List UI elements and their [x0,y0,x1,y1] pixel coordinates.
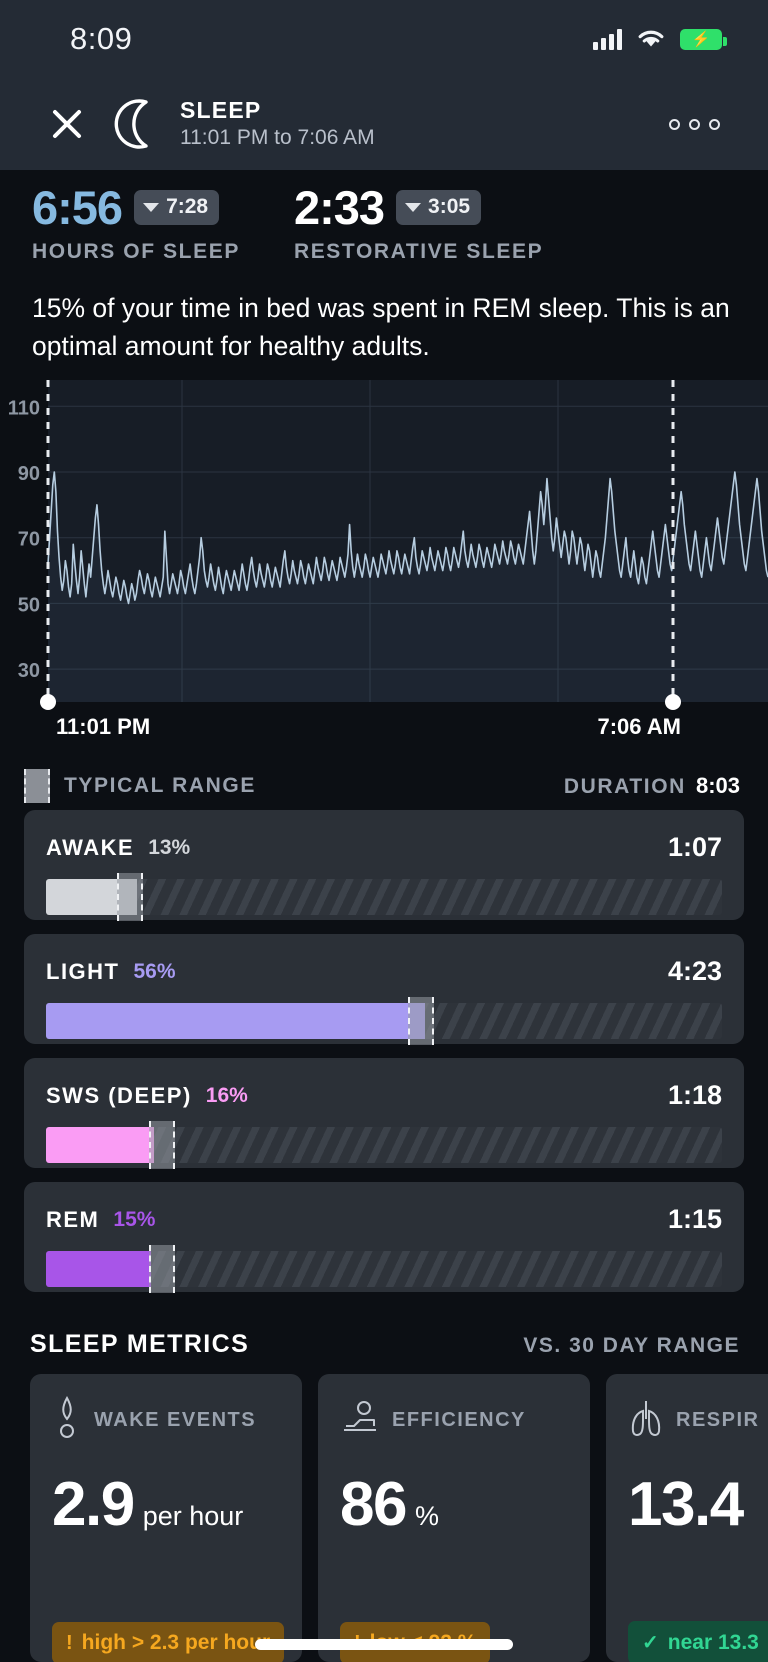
stage-name: LIGHT [46,958,120,984]
stage-percent: 13% [148,835,191,859]
heart-rate-chart[interactable]: 110 90 70 50 30 11:01 PM 7:06 AM [0,366,768,756]
wake-events-icon [52,1395,82,1446]
stage-progress-track [46,997,722,1045]
typical-range-marker [407,997,434,1045]
home-indicator [255,1639,513,1650]
typical-range-swatch-icon [24,769,50,803]
duration-value: 8:03 [695,773,740,798]
battery-charging-icon: ⚡ [680,28,727,50]
typical-range-marker [148,1245,175,1293]
more-options-icon[interactable] [657,107,732,142]
sleep-stage-list: AWAKE 13% 1:07 LIGHT 56% 4:23 SWS (DEEP) 16% 1:1… [0,810,768,1306]
stage-name: SWS (DEEP) [46,1082,192,1108]
metric-value: 2.9 [52,1470,135,1539]
stage-progress-track [46,1121,722,1169]
status-bar-indicators: ⚡ [593,28,727,50]
svg-text:50: 50 [18,594,40,616]
sleep-metrics-subtitle: VS. 30 DAY RANGE [523,1334,740,1357]
stage-progress-fill [46,1127,155,1163]
svg-text:90: 90 [18,463,40,485]
insight-text: 15% of your time in bed was spent in REM… [32,293,730,361]
sleep-stage-card[interactable]: AWAKE 13% 1:07 [24,810,744,921]
sleep-metrics-cards: WAKE EVENTS 2.9 per hour! high > 2.3 per ho… [30,1374,768,1662]
stage-duration: 4:23 [667,956,722,986]
stage-percent: 15% [113,1207,156,1231]
metric-value: 86 [340,1470,407,1539]
metric-value: 13.4 [628,1470,744,1539]
metric-label: WAKE EVENTS [94,1408,257,1431]
metric-card[interactable]: EFFICIENCY86%!low < 92 % [318,1374,590,1662]
status-bar: 8:09 ⚡ [0,0,768,78]
header-text-block: SLEEP 11:01 PM to 7:06 AM [180,97,375,151]
stage-percent: 56% [133,959,176,983]
typical-range-marker [116,873,143,921]
stage-percent: 16% [205,1083,248,1107]
stat-label: RESTORATIVE SLEEP [293,240,544,263]
badge-status-icon: ✓ [642,1632,659,1654]
metric-unit: per hour [142,1501,244,1531]
typical-range-marker [148,1121,175,1169]
status-bar-clock: 8:09 [70,21,133,56]
duration-label: DURATION [563,775,686,798]
stage-duration: 1:07 [667,832,722,862]
page-title: SLEEP [180,97,262,124]
status-badge: ✓ near 13.3 [628,1621,768,1662]
moon-icon [114,99,148,149]
cellular-bars-icon [593,28,622,50]
sleep-metrics-header: SLEEP METRICS VS. 30 DAY RANGE [0,1330,768,1359]
svg-text:70: 70 [18,529,40,551]
stat-value: 2:33 [293,181,385,234]
efficiency-bed-icon [340,1398,380,1443]
wifi-icon [638,30,664,47]
metric-card[interactable]: WAKE EVENTS 2.9 per hour! high > 2.3 per ho… [30,1374,302,1662]
chart-legend: TYPICAL RANGE DURATION 8:03 [0,762,768,810]
sleep-stage-card[interactable]: SWS (DEEP) 16% 1:18 [24,1058,744,1169]
stat-comparison-value: 3:05 [428,195,471,218]
summary-section: 6:56 7:28 HOURS OF SLEEP 2:33 3:05 RESTO… [0,170,768,365]
stage-progress-fill [46,1003,425,1039]
sleep-metrics-title: SLEEP METRICS [30,1330,250,1358]
badge-status-icon: ! [66,1631,73,1654]
sleep-time-range: 11:01 PM to 7:06 AM [180,125,375,149]
badge-text: high > 2.3 per hour [81,1631,271,1654]
svg-text:11:01 PM: 11:01 PM [56,714,150,739]
sleep-stage-card[interactable]: REM 15% 1:15 [24,1182,744,1293]
svg-text:30: 30 [18,660,40,682]
stage-name: AWAKE [46,834,135,860]
stage-progress-track [46,1245,722,1293]
badge-text: near 13.3 [667,1630,759,1654]
stat-comparison-value: 7:28 [166,195,209,218]
stat-comparison-pill: 7:28 [134,190,220,225]
stat-label: HOURS OF SLEEP [32,240,240,263]
sleep-detail-screen: 8:09 ⚡ SLEEP 11:01 PM to 7:06 AM 6:56 7:… [0,0,768,1662]
sleep-stage-card[interactable]: LIGHT 56% 4:23 [24,934,744,1045]
duration-block: DURATION 8:03 [564,773,740,799]
stage-duration: 1:18 [667,1080,722,1110]
lungs-icon [628,1397,664,1444]
close-icon[interactable] [44,101,90,147]
stage-name: REM [46,1206,100,1232]
status-badge: ! high > 2.3 per hour [52,1622,285,1662]
stat-restorative-sleep: 2:33 3:05 RESTORATIVE SLEEP [294,184,543,264]
stage-duration: 1:15 [667,1204,722,1234]
metric-label: EFFICIENCY [392,1408,526,1431]
chevron-down-icon [143,202,160,212]
app-header: SLEEP 11:01 PM to 7:06 AM [0,78,768,170]
stat-comparison-pill: 3:05 [396,190,482,225]
stat-hours-of-sleep: 6:56 7:28 HOURS OF SLEEP [32,184,240,264]
chevron-down-icon [405,202,422,212]
metric-card[interactable]: RESPIR 13.4 ✓ near 13.3 [606,1374,768,1662]
svg-text:110: 110 [8,397,40,419]
typical-range-label: TYPICAL RANGE [64,774,256,797]
stage-progress-track [46,873,722,921]
stat-value: 6:56 [32,181,123,234]
stage-progress-fill [46,1251,151,1287]
svg-text:7:06 AM: 7:06 AM [597,714,681,739]
metric-label: RESPIR [676,1408,760,1431]
summary-stats: 6:56 7:28 HOURS OF SLEEP 2:33 3:05 RESTO… [0,170,768,264]
metric-unit: % [414,1501,439,1531]
